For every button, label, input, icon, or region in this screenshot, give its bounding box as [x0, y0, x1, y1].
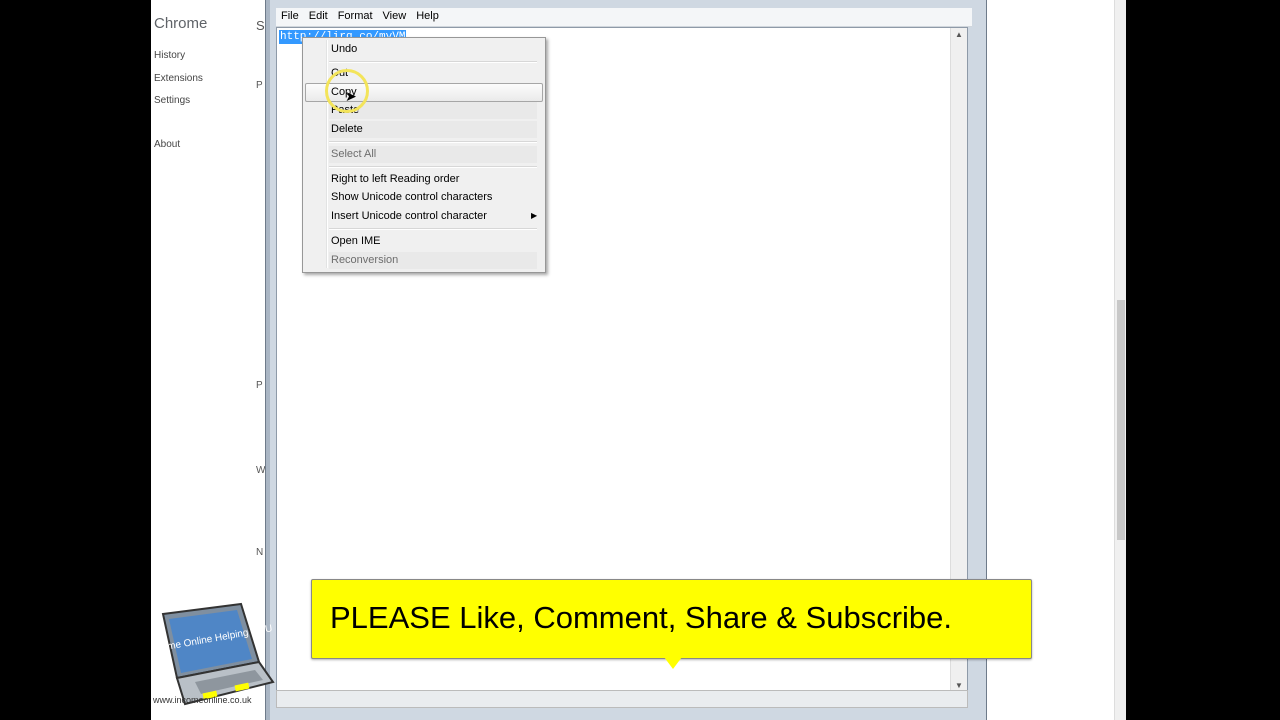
- nav-settings[interactable]: Settings: [154, 95, 190, 106]
- subscribe-banner: PLEASE Like, Comment, Share & Subscribe.: [311, 579, 1032, 669]
- section-fragment: N: [256, 547, 264, 558]
- menu-view[interactable]: View: [378, 8, 412, 24]
- menu-gutter: [326, 40, 328, 268]
- menu-help[interactable]: Help: [411, 8, 444, 24]
- menu-item-show-unicode[interactable]: Show Unicode control characters: [331, 189, 492, 206]
- menu-edit[interactable]: Edit: [304, 8, 333, 24]
- section-fragment: P: [256, 380, 263, 391]
- menu-item-delete[interactable]: Delete: [331, 121, 363, 138]
- heading-fragment: S: [256, 18, 265, 33]
- scrollbar-thumb[interactable]: [1117, 300, 1125, 540]
- menu-item-reconversion[interactable]: Reconversion: [331, 252, 398, 269]
- notepad-menubar: File Edit Format View Help: [276, 8, 972, 27]
- submenu-arrow-icon: ▶: [531, 211, 538, 220]
- menu-item-undo[interactable]: Undo: [331, 41, 357, 58]
- banner-text: PLEASE Like, Comment, Share & Subscribe.: [330, 600, 953, 635]
- menu-separator: [329, 141, 537, 143]
- logo-url: www.incomeonline.co.uk: [153, 695, 252, 705]
- menu-item-open-ime[interactable]: Open IME: [331, 233, 381, 250]
- menu-file[interactable]: File: [276, 8, 304, 24]
- chrome-title: Chrome: [154, 15, 208, 32]
- menu-separator: [329, 166, 537, 168]
- mouse-pointer-icon: ➤: [345, 88, 357, 104]
- nav-history[interactable]: History: [154, 50, 185, 61]
- menu-item-select-all[interactable]: Select All: [331, 146, 376, 163]
- menu-separator: [329, 61, 537, 63]
- page-scrollbar[interactable]: [1114, 0, 1126, 720]
- section-fragment: P: [256, 80, 263, 91]
- banner-pointer: [664, 657, 682, 669]
- scroll-down-icon[interactable]: ▼: [955, 681, 963, 690]
- menu-format[interactable]: Format: [333, 8, 378, 24]
- nav-about[interactable]: About: [154, 139, 180, 150]
- horizontal-scrollbar[interactable]: [276, 690, 968, 708]
- menu-item-insert-unicode[interactable]: Insert Unicode control character: [331, 208, 487, 225]
- menu-item-rtl-reading[interactable]: Right to left Reading order: [331, 171, 459, 188]
- scroll-up-icon[interactable]: ▲: [955, 30, 963, 39]
- menu-separator: [329, 228, 537, 230]
- laptop-icon: Income Online Helping YOU: [155, 602, 275, 706]
- nav-extensions[interactable]: Extensions: [154, 73, 203, 84]
